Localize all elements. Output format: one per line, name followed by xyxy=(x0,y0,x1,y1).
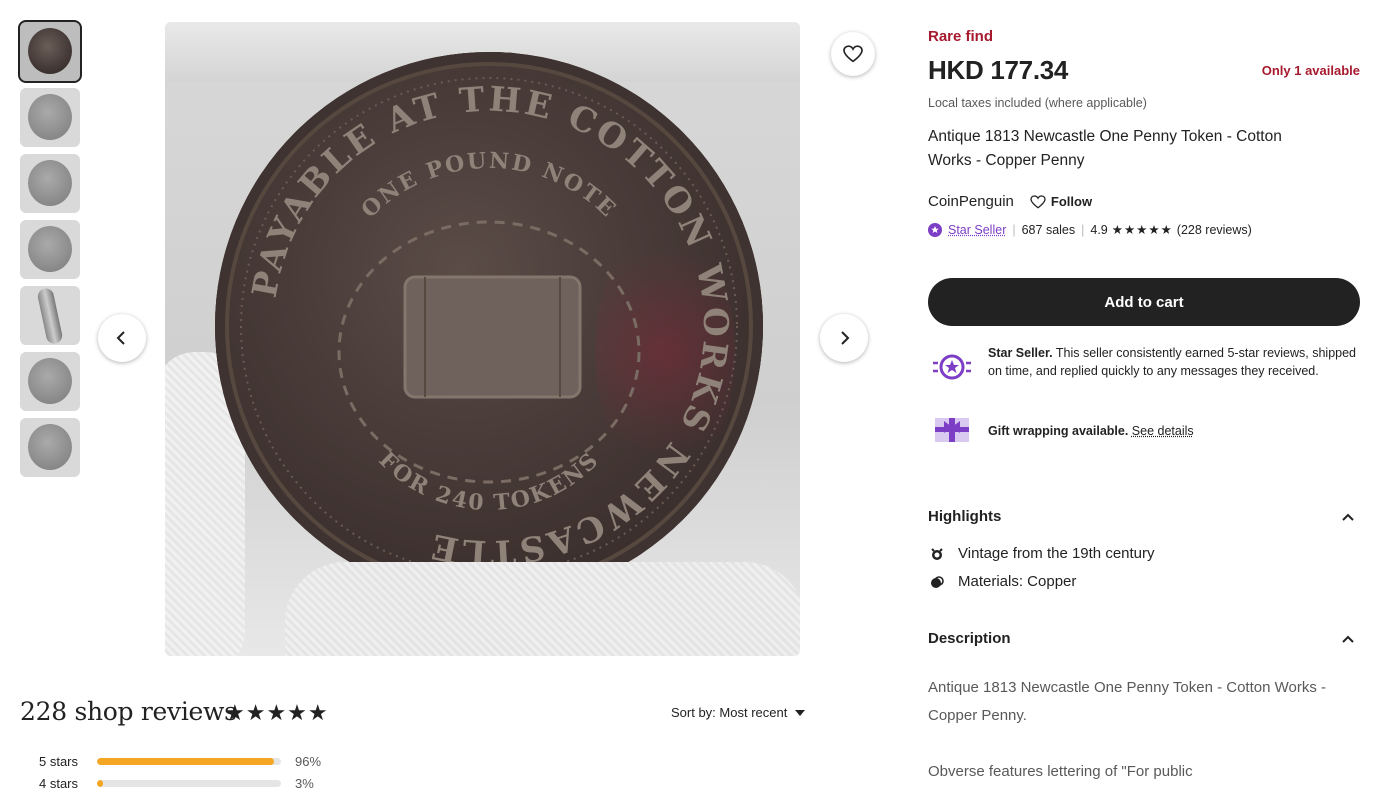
highlight-text: Vintage from the 19th century xyxy=(958,545,1155,562)
rating-bar-fill xyxy=(97,780,103,787)
description-heading: Description xyxy=(928,630,1011,647)
tax-note: Local taxes included (where applicable) xyxy=(928,96,1147,110)
rating-percent: 96% xyxy=(295,754,322,769)
shop-reviews-title: 228 shop reviews xyxy=(20,697,237,726)
favorite-button[interactable] xyxy=(831,32,875,76)
star-seller-bold: Star Seller. xyxy=(988,346,1053,360)
thumbnail-5[interactable] xyxy=(20,286,80,345)
star-seller-icon xyxy=(928,344,976,390)
highlight-item: Materials: Copper xyxy=(928,573,1076,590)
chevron-right-icon xyxy=(841,331,850,345)
main-product-image[interactable]: PAYABLE AT THE COTTON WORKS NEWCASTLE ON… xyxy=(165,22,800,656)
divider: | xyxy=(1081,222,1085,237)
highlights-heading: Highlights xyxy=(928,508,1002,525)
price: HKD 177.34 xyxy=(928,55,1069,85)
chevron-left-icon xyxy=(116,331,125,345)
rating-bar-fill xyxy=(97,758,274,765)
description-toggle[interactable]: Description xyxy=(928,630,1360,647)
gift-bold: Gift wrapping available. xyxy=(988,424,1129,438)
previous-image-button[interactable] xyxy=(98,314,146,362)
thumbnail-7[interactable] xyxy=(20,418,80,477)
rating-label: 5 stars xyxy=(39,754,79,769)
shop-name-link[interactable]: CoinPenguin xyxy=(928,193,1014,210)
rating-label: 4 stars xyxy=(39,776,79,791)
thumbnail-2[interactable] xyxy=(20,88,80,147)
sort-dropdown[interactable]: Sort by: Most recent xyxy=(671,705,806,720)
coin-inner-top-text: ONE POUND NOTE xyxy=(356,148,620,224)
thumbnail-6[interactable] xyxy=(20,352,80,411)
gift-icon xyxy=(928,412,976,446)
star-seller-text: Star Seller. This seller consistently ea… xyxy=(988,344,1360,390)
thumbnail-strip xyxy=(18,20,82,484)
review-count-link[interactable]: (228 reviews) xyxy=(1177,223,1252,237)
highlight-item: Vintage from the 19th century xyxy=(928,545,1155,562)
sort-label: Sort by: Most recent xyxy=(671,705,788,720)
sales-count: 687 sales xyxy=(1021,222,1076,237)
availability: Only 1 available xyxy=(1261,63,1360,78)
follow-label: Follow xyxy=(1050,194,1093,209)
add-to-cart-button[interactable]: Add to cart xyxy=(928,278,1360,326)
next-image-button[interactable] xyxy=(820,314,868,362)
rating-percent: 3% xyxy=(295,776,314,791)
thumbnail-4[interactable] xyxy=(20,220,80,279)
rating-bar xyxy=(97,758,281,765)
chevron-up-icon xyxy=(1342,635,1354,643)
star-seller-info: Star Seller. This seller consistently ea… xyxy=(928,344,1360,390)
thumbnail-1[interactable] xyxy=(18,20,82,83)
seller-meta: Star Seller | 687 sales | 4.9 ★★★★★ (228… xyxy=(928,222,1252,237)
description-paragraph: Antique 1813 Newcastle One Penny Token -… xyxy=(928,679,1326,724)
chevron-up-icon xyxy=(1342,513,1354,521)
rating-stars: ★★★★★ xyxy=(1111,223,1173,237)
svg-text:ONE POUND NOTE: ONE POUND NOTE xyxy=(356,148,622,224)
description-paragraph: Obverse features lettering of "For publi… xyxy=(928,763,1193,780)
star-seller-link[interactable]: Star Seller xyxy=(948,223,1006,237)
seller-row: CoinPenguin Follow xyxy=(928,193,1092,210)
rating-value: 4.9 xyxy=(1090,222,1108,237)
divider: | xyxy=(1012,222,1016,237)
star-seller-badge-icon xyxy=(928,222,942,237)
rating-row-4: 4 stars 3% xyxy=(39,776,314,791)
heart-icon xyxy=(1030,194,1046,209)
highlights-toggle[interactable]: Highlights xyxy=(928,508,1360,525)
see-details-link[interactable]: See details xyxy=(1132,424,1194,438)
gift-text: Gift wrapping available. See details xyxy=(988,412,1360,446)
caret-down-icon xyxy=(795,709,806,716)
shop-reviews-stars: ★★★★★ xyxy=(225,700,329,725)
rating-bar xyxy=(97,780,281,787)
product-title: Antique 1813 Newcastle One Penny Token -… xyxy=(928,128,1282,169)
materials-icon xyxy=(928,575,946,589)
heart-icon xyxy=(843,45,863,63)
gift-wrap-info: Gift wrapping available. See details xyxy=(928,412,1360,446)
rating-row-5: 5 stars 96% xyxy=(39,754,321,769)
rare-find-badge: Rare find xyxy=(928,28,994,45)
vintage-clock-icon xyxy=(928,547,946,561)
highlight-text: Materials: Copper xyxy=(958,573,1077,590)
follow-button[interactable]: Follow xyxy=(1030,194,1092,209)
coin-photo: PAYABLE AT THE COTTON WORKS NEWCASTLE ON… xyxy=(215,52,763,600)
thumbnail-3[interactable] xyxy=(20,154,80,213)
